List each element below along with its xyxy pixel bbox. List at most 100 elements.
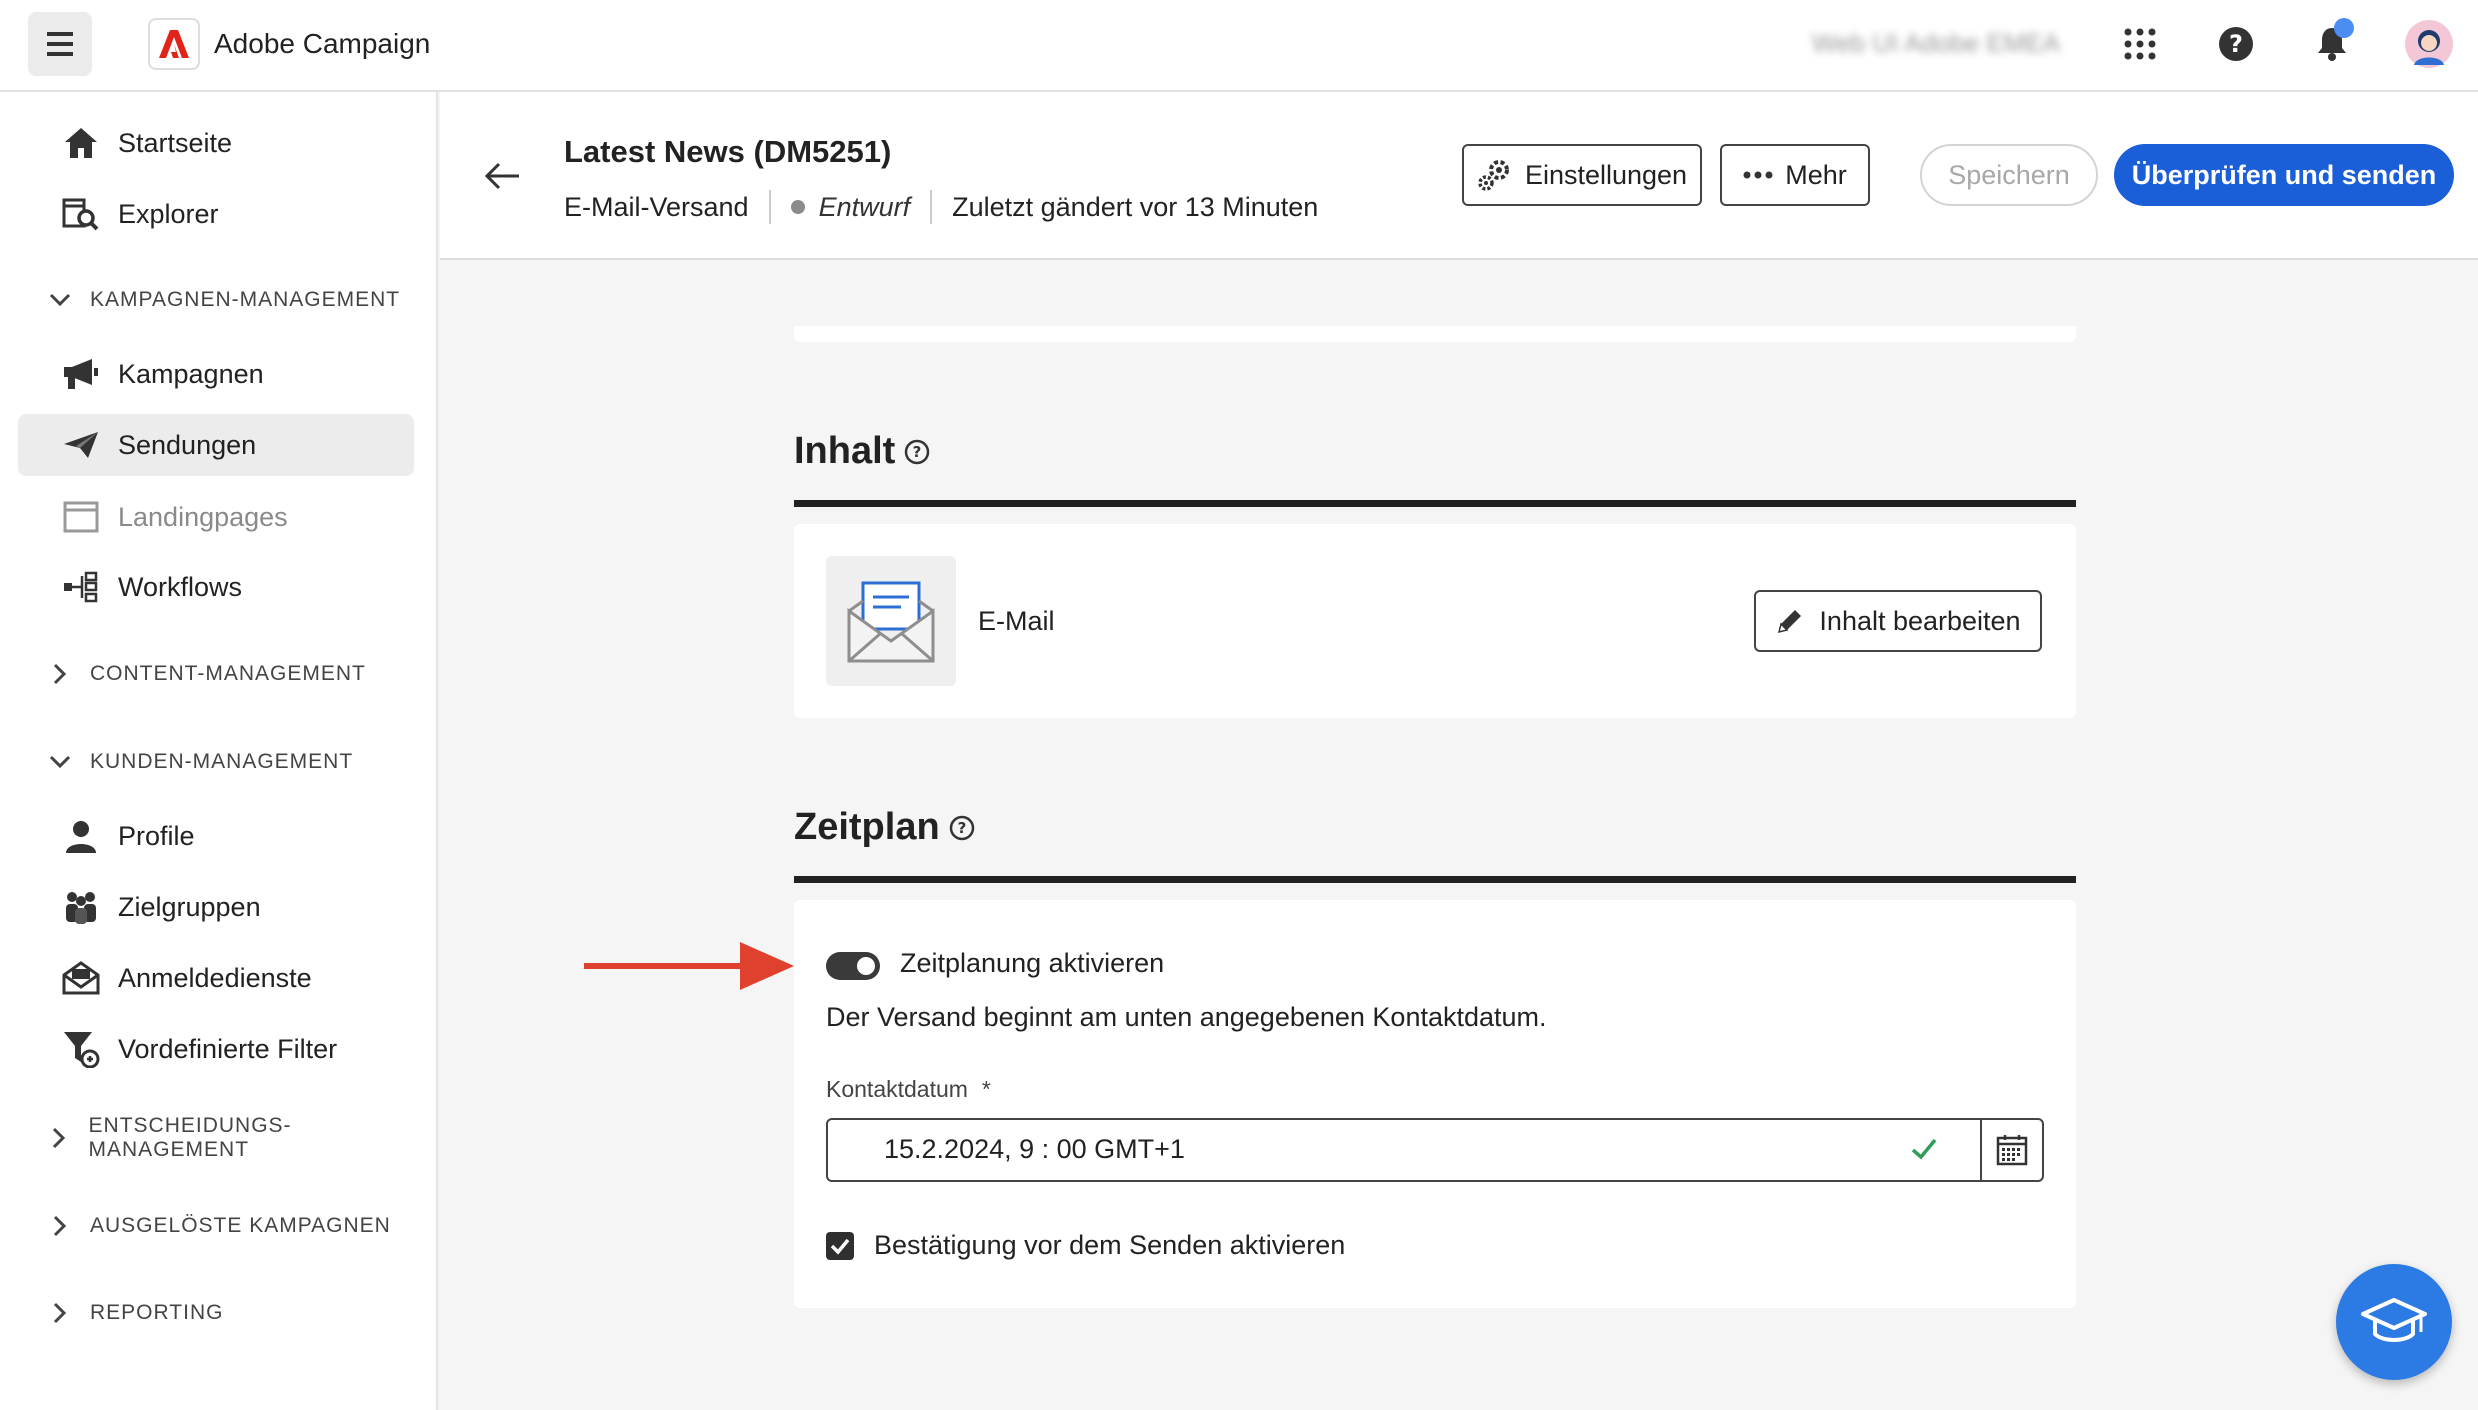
org-switcher[interactable]: Web UI Adobe EMEA <box>1812 28 2060 59</box>
sidebar-section-reporting[interactable]: REPORTING <box>48 1293 223 1333</box>
sidebar-item-label: Kampagnen <box>118 358 264 389</box>
svg-text:?: ? <box>957 819 966 837</box>
sidebar-item-label: Anmeldedienste <box>118 962 312 993</box>
chevron-down-icon <box>48 288 72 312</box>
help-circle-icon[interactable]: ? <box>903 438 931 466</box>
send-plane-icon <box>60 424 102 466</box>
schedule-section-title: Zeitplan ? <box>794 806 976 849</box>
sidebar-item-sendungen[interactable]: Sendungen <box>18 414 414 476</box>
workflow-icon <box>60 566 102 608</box>
edit-content-button[interactable]: Inhalt bearbeiten <box>1754 590 2042 652</box>
sidebar-item-workflows[interactable]: Workflows <box>18 556 414 618</box>
delivery-meta: E-Mail-Versand Entwurf Zuletzt gändert v… <box>564 190 1318 224</box>
adobe-logo-icon <box>148 18 200 70</box>
date-value: 15.2.2024, 9 : 00 GMT+1 <box>884 1134 1185 1164</box>
save-button[interactable]: Speichern <box>1920 144 2098 206</box>
field-label-text: Kontaktdatum <box>826 1076 968 1102</box>
sidebar-section-entscheidung[interactable]: ENTSCHEIDUNGS- MANAGEMENT <box>48 1114 436 1161</box>
sidebar-item-label: Workflows <box>118 571 243 602</box>
review-and-send-button[interactable]: Überprüfen und senden <box>2114 144 2454 206</box>
sidebar-section-ausgeloest[interactable]: AUSGELÖSTE KAMPAGNEN <box>48 1206 391 1246</box>
page-title: Latest News (DM5251) <box>564 134 892 169</box>
sidebar-section-content[interactable]: CONTENT-MANAGEMENT <box>48 654 366 694</box>
previous-card-edge <box>794 326 2076 342</box>
svg-text:?: ? <box>2229 30 2243 58</box>
sidebar-item-profile[interactable]: Profile <box>18 805 414 867</box>
top-bar: Adobe Campaign Web UI Adobe EMEA ? <box>0 0 2478 92</box>
chevron-right-icon <box>48 662 72 686</box>
arrow-left-icon <box>484 162 519 190</box>
sidebar-item-landingpages[interactable]: Landingpages <box>18 486 414 548</box>
confirmation-checkbox[interactable] <box>826 1232 854 1260</box>
section-divider <box>794 876 2076 883</box>
sidebar-item-label: Sendungen <box>118 429 257 460</box>
sidebar-item-explorer[interactable]: Explorer <box>18 183 414 245</box>
schedule-toggle-label: Zeitplanung aktivieren <box>900 948 1165 978</box>
sidebar-item-vordefinierte-filter[interactable]: Vordefinierte Filter <box>18 1018 414 1080</box>
sidebar-item-label: Profile <box>118 820 195 851</box>
settings-label: Einstellungen <box>1524 159 1688 190</box>
checkmark-icon <box>830 1238 850 1255</box>
chevron-down-icon <box>48 750 72 774</box>
sidebar-item-anmeldedienste[interactable]: Anmeldedienste <box>18 947 414 1009</box>
section-label: REPORTING <box>90 1301 224 1324</box>
required-marker: * <box>981 1076 991 1102</box>
schedule-description: Der Versand beginnt am unten angegebenen… <box>826 1002 1547 1032</box>
section-heading: Zeitplan <box>794 806 940 848</box>
sidebar-item-label: Startseite <box>118 127 233 158</box>
contact-date-label: Kontaktdatum * <box>826 1076 991 1103</box>
sidebar-item-label: Explorer <box>118 198 219 229</box>
sidebar-item-kampagnen[interactable]: Kampagnen <box>18 343 414 405</box>
user-avatar[interactable] <box>2404 19 2454 69</box>
learning-help-button[interactable] <box>2336 1264 2452 1380</box>
megaphone-icon <box>60 353 102 395</box>
notifications-bell-icon[interactable] <box>2310 18 2354 66</box>
content-card: E-Mail Inhalt bearbeiten <box>794 524 2076 718</box>
app-title: Adobe Campaign <box>214 28 431 59</box>
status-dot <box>790 200 805 214</box>
valid-check-icon <box>1910 1136 1938 1162</box>
section-divider <box>794 500 2076 507</box>
more-button[interactable]: Mehr <box>1720 144 1870 206</box>
more-dots-icon <box>1743 171 1773 179</box>
sidebar-item-startseite[interactable]: Startseite <box>18 112 414 174</box>
help-icon[interactable]: ? <box>2214 22 2258 66</box>
section-label: KUNDEN-MANAGEMENT <box>90 750 354 773</box>
menu-toggle-button[interactable] <box>28 12 92 76</box>
schedule-toggle[interactable] <box>826 952 880 980</box>
calendar-button[interactable] <box>1980 1120 2042 1180</box>
status-badge: Entwurf <box>818 191 911 222</box>
home-icon <box>60 122 102 164</box>
sidebar-section-kunden[interactable]: KUNDEN-MANAGEMENT <box>48 742 353 782</box>
sidebar-item-zielgruppen[interactable]: Zielgruppen <box>18 876 414 938</box>
gears-icon <box>1477 158 1513 192</box>
hamburger-icon <box>47 29 73 59</box>
apps-grid-icon[interactable] <box>2118 22 2162 66</box>
page-header: Latest News (DM5251) E-Mail-Versand Entw… <box>440 92 2478 260</box>
email-envelope-icon <box>826 556 956 686</box>
divider <box>930 190 933 224</box>
edit-content-label: Inhalt bearbeiten <box>1819 605 2021 636</box>
schedule-card: Zeitplanung aktivieren Der Versand begin… <box>794 900 2076 1308</box>
contact-date-input[interactable]: 15.2.2024, 9 : 00 GMT+1 <box>826 1118 2044 1182</box>
landing-page-icon <box>60 496 102 538</box>
section-label: CONTENT-MANAGEMENT <box>90 662 366 685</box>
sidebar: Startseite Explorer KAMPAGNEN-MANAGEMENT… <box>0 92 438 1410</box>
group-icon <box>60 886 102 928</box>
pencil-icon <box>1775 606 1805 636</box>
explorer-icon <box>60 193 102 235</box>
delivery-type: E-Mail-Versand <box>564 191 749 222</box>
sidebar-section-kampagnen[interactable]: KAMPAGNEN-MANAGEMENT <box>48 280 400 320</box>
help-circle-icon[interactable]: ? <box>948 814 976 842</box>
sidebar-item-label: Zielgruppen <box>118 891 261 922</box>
section-heading: Inhalt <box>794 430 896 472</box>
svg-text:?: ? <box>913 443 922 461</box>
graduation-cap-icon <box>2361 1298 2427 1342</box>
section-label: KAMPAGNEN-MANAGEMENT <box>90 288 401 311</box>
chevron-right-icon <box>48 1126 71 1150</box>
back-button[interactable] <box>476 150 528 202</box>
sidebar-item-label: Vordefinierte Filter <box>118 1033 338 1064</box>
notification-badge <box>2334 18 2354 38</box>
settings-button[interactable]: Einstellungen <box>1462 144 1702 206</box>
section-label: ENTSCHEIDUNGS- MANAGEMENT <box>88 1114 292 1161</box>
